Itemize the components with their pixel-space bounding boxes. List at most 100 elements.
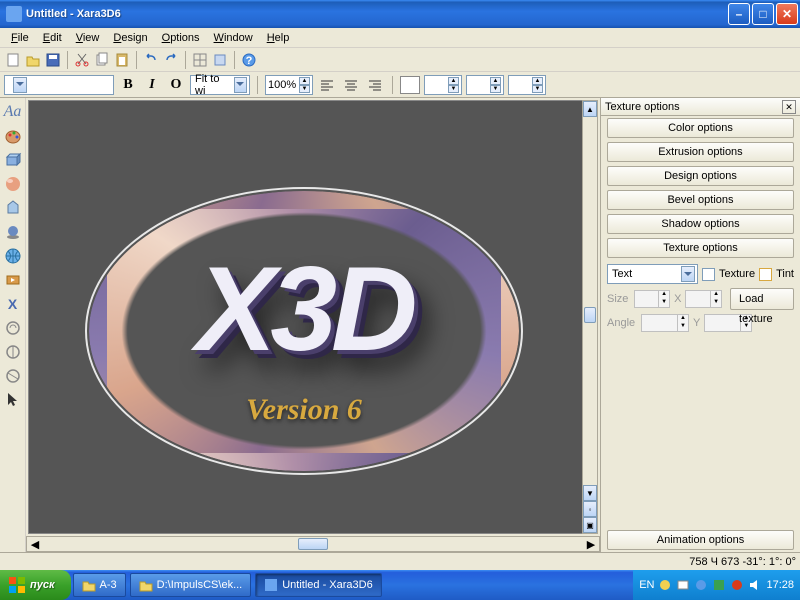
open-icon[interactable] <box>24 51 42 69</box>
align-right-button[interactable] <box>365 75 385 95</box>
extrusion-options-button[interactable]: Extrusion options <box>607 142 794 162</box>
menu-design[interactable]: Design <box>106 30 154 46</box>
grid-icon[interactable] <box>191 51 209 69</box>
align-left-button[interactable] <box>317 75 337 95</box>
value-spinner-3[interactable]: ▲▼ <box>508 75 546 95</box>
window-title: Untitled - Xara3D6 <box>26 8 726 20</box>
color-swatch-white[interactable] <box>400 76 420 94</box>
value-spinner-1[interactable]: ▲▼ <box>424 75 462 95</box>
tint-checkbox[interactable] <box>759 268 772 281</box>
apply-to-combo[interactable]: Text <box>607 264 698 284</box>
angle-spinner[interactable]: ▲▼ <box>641 314 689 332</box>
tray-icon-2[interactable] <box>676 578 690 592</box>
menu-view[interactable]: View <box>69 30 107 46</box>
maximize-button[interactable]: □ <box>752 3 774 25</box>
svg-text:?: ? <box>246 55 253 67</box>
folder-icon <box>139 578 153 592</box>
circ3-icon[interactable] <box>3 366 23 386</box>
windows-logo-icon <box>8 576 26 594</box>
oblique-button[interactable]: O <box>166 75 186 95</box>
menu-window[interactable]: Window <box>207 30 260 46</box>
y-label: Y <box>693 317 700 329</box>
system-tray: EN 17:28 <box>633 570 800 600</box>
canvas-wrap: X3D Version 6 ▲ ▼ ◦ ▣ ◀ ▶ <box>26 98 600 552</box>
menu-edit[interactable]: Edit <box>36 30 69 46</box>
paste-icon[interactable] <box>113 51 131 69</box>
tray-icon-1[interactable] <box>658 578 672 592</box>
panel-header: Texture options ✕ <box>601 98 800 116</box>
app-icon <box>264 578 278 592</box>
folder-icon <box>82 578 96 592</box>
animation-options-button[interactable]: Animation options <box>607 530 794 550</box>
color-options-button[interactable]: Color options <box>607 118 794 138</box>
menu-help[interactable]: Help <box>260 30 297 46</box>
logo-subtitle: Version 6 <box>246 393 362 427</box>
zoom-spinner[interactable]: 100%▲▼ <box>265 75 313 95</box>
horizontal-scrollbar[interactable]: ◀ ▶ <box>26 536 600 552</box>
circ1-icon[interactable] <box>3 318 23 338</box>
vertical-scrollbar[interactable]: ▲ ▼ ◦ ▣ <box>582 100 598 534</box>
redo-icon[interactable] <box>162 51 180 69</box>
taskbar-item-3[interactable]: Untitled - Xara3D6 <box>255 573 382 597</box>
status-coords: 758 Ч 673 -31°: 1°: 0° <box>689 556 796 568</box>
app-icon <box>6 6 22 22</box>
save-icon[interactable] <box>44 51 62 69</box>
start-button[interactable]: пуск <box>0 570 71 600</box>
undo-icon[interactable] <box>142 51 160 69</box>
bevel-icon[interactable] <box>3 198 23 218</box>
close-button[interactable]: ✕ <box>776 3 798 25</box>
copy-icon[interactable] <box>93 51 111 69</box>
size-spinner[interactable]: ▲▼ <box>634 290 671 308</box>
taskbar-item-1[interactable]: A-3 <box>73 573 126 597</box>
cut-icon[interactable] <box>73 51 91 69</box>
language-indicator[interactable]: EN <box>639 579 654 591</box>
circ2-icon[interactable] <box>3 342 23 362</box>
tray-icon-4[interactable] <box>712 578 726 592</box>
design-options-button[interactable]: Design options <box>607 166 794 186</box>
clock[interactable]: 17:28 <box>766 579 794 591</box>
canvas[interactable]: X3D Version 6 <box>28 100 598 534</box>
formatbar: B I O Fit to wi 100%▲▼ ▲▼ ▲▼ ▲▼ <box>0 72 800 98</box>
minimize-button[interactable]: – <box>728 3 750 25</box>
shadow-options-button[interactable]: Shadow options <box>607 214 794 234</box>
pointer-icon[interactable] <box>3 390 23 410</box>
toolbar: ? <box>0 48 800 72</box>
menu-file[interactable]: File <box>4 30 36 46</box>
taskbar-item-2[interactable]: D:\ImpulsCS\ek... <box>130 573 252 597</box>
align-center-button[interactable] <box>341 75 361 95</box>
left-toolbar: Aa X <box>0 98 26 552</box>
globe-icon[interactable] <box>3 246 23 266</box>
texture-options-button[interactable]: Texture options <box>607 238 794 258</box>
animate-icon[interactable] <box>3 270 23 290</box>
angle-label: Angle <box>607 317 637 329</box>
tools-icon[interactable] <box>211 51 229 69</box>
palette-icon[interactable] <box>3 126 23 146</box>
value-spinner-2[interactable]: ▲▼ <box>466 75 504 95</box>
menu-options[interactable]: Options <box>155 30 207 46</box>
x-icon[interactable]: X <box>3 294 23 314</box>
italic-button[interactable]: I <box>142 75 162 95</box>
font-combo[interactable] <box>4 75 114 95</box>
bold-button[interactable]: B <box>118 75 138 95</box>
bevel-options-button[interactable]: Bevel options <box>607 190 794 210</box>
panel-close-icon[interactable]: ✕ <box>782 100 796 114</box>
texture-checkbox[interactable] <box>702 268 715 281</box>
fitmode-combo[interactable]: Fit to wi <box>190 75 250 95</box>
logo-text: X3D <box>196 240 411 378</box>
load-texture-button[interactable]: Load texture <box>730 288 794 310</box>
x-spinner[interactable]: ▲▼ <box>685 290 722 308</box>
panel-body: Text Texture Tint Size ▲▼ X ▲▼ Load text… <box>601 260 800 336</box>
tray-icon-5[interactable] <box>730 578 744 592</box>
right-panel: Texture options ✕ Color options Extrusio… <box>600 98 800 552</box>
volume-icon[interactable] <box>748 578 762 592</box>
shadow-icon[interactable] <box>3 222 23 242</box>
text-tool-icon[interactable]: Aa <box>3 102 23 122</box>
titlebar: Untitled - Xara3D6 – □ ✕ <box>0 0 800 28</box>
logo-graphic: X3D Version 6 <box>89 191 519 471</box>
size-label: Size <box>607 293 630 305</box>
extrude-icon[interactable] <box>3 150 23 170</box>
help-icon[interactable]: ? <box>240 51 258 69</box>
tray-icon-3[interactable] <box>694 578 708 592</box>
sphere-icon[interactable] <box>3 174 23 194</box>
new-icon[interactable] <box>4 51 22 69</box>
